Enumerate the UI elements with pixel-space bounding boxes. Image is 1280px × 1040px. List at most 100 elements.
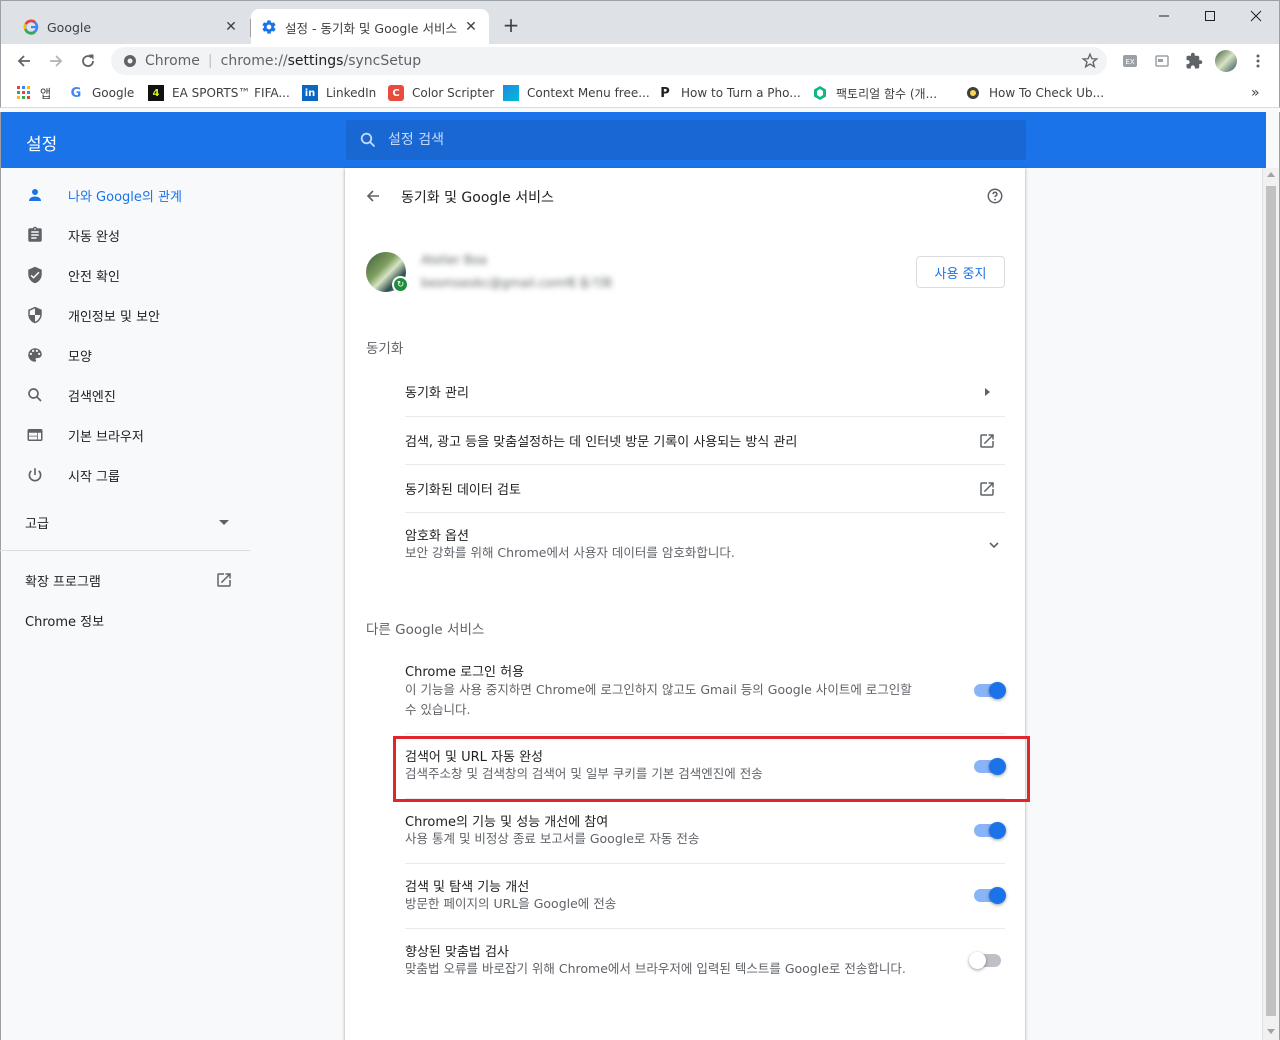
back-arrow-button[interactable] [361, 184, 385, 208]
scroll-thumb[interactable] [1266, 186, 1276, 1016]
row-title: 동기화된 데이터 검토 [405, 483, 521, 498]
close-icon[interactable]: ✕ [463, 19, 479, 35]
sync-section-title: 동기화 [366, 341, 404, 357]
sidebar-item-label: 모양 [68, 349, 92, 365]
google-icon [23, 19, 39, 35]
help-button[interactable] [983, 184, 1007, 208]
sidebar-divider [0, 550, 250, 551]
sidebar-item-appearance[interactable]: 모양 [0, 335, 250, 375]
extensions-button[interactable] [1181, 48, 1207, 74]
settings-header: 설정 [0, 112, 1266, 168]
scroll-down-icon[interactable] [1267, 1029, 1275, 1034]
turn-off-sync-button[interactable]: 사용 중지 [916, 256, 1005, 288]
ea-icon: 4 [148, 85, 164, 101]
sidebar-advanced[interactable]: 고급 [0, 502, 250, 542]
bookmark-label: 앱 [40, 86, 52, 101]
reload-icon [82, 54, 94, 67]
close-icon[interactable]: ✕ [223, 19, 239, 35]
sidebar-item-on-startup[interactable]: 시작 그룹 [0, 455, 250, 495]
sidebar-advanced-label: 고급 [25, 516, 49, 532]
row-subtitle: 이 기능을 사용 중지하면 Chrome에 로그인하지 않고도 Gmail 등의… [405, 682, 912, 697]
apps-grid-icon [16, 85, 32, 101]
person-icon [23, 183, 47, 207]
sidebar-item-autofill[interactable]: 자동 완성 [0, 215, 250, 255]
menu-button[interactable] [1245, 48, 1271, 74]
bookmark-label: Context Menu free... [527, 86, 650, 100]
forward-button[interactable] [43, 48, 69, 74]
row-title: 검색, 광고 등을 맞춤설정하는 데 인터넷 방문 기록이 사용되는 방식 관리 [405, 435, 798, 450]
bookmark-label: How To Check Ub... [989, 86, 1105, 100]
sidebar-extensions[interactable]: 확장 프로그램 [0, 560, 250, 600]
bookmark-google[interactable]: G Google [68, 84, 135, 102]
browser-toolbar: Chrome | chrome://settings/syncSetup EX [0, 44, 1280, 78]
sidebar-about-chrome[interactable]: Chrome 정보 [0, 600, 250, 640]
sidebar-item-safety-check[interactable]: 안전 확인 [0, 255, 250, 295]
color-scripter-icon: C [388, 85, 404, 101]
shield-icon [23, 303, 47, 327]
sidebar-item-label: 시작 그룹 [68, 469, 120, 485]
row-subtitle: 맞춤법 오류를 바로잡기 위해 Chrome에서 브라우저에 입력된 텍스트를 … [405, 961, 906, 976]
bookmark-linkedin[interactable]: in LinkedIn [302, 84, 376, 102]
sync-row-manage[interactable] [405, 368, 1005, 416]
settings-search[interactable] [346, 120, 1026, 160]
bookmark-color-scripter[interactable]: C Color Scripter [388, 84, 494, 102]
row-title: 동기화 관리 [405, 386, 469, 401]
address-bar[interactable]: Chrome | chrome://settings/syncSetup [111, 47, 1107, 75]
sidebar-item-label: 자동 완성 [68, 229, 120, 245]
search-input[interactable] [388, 132, 988, 148]
arrow-left-icon [366, 190, 379, 202]
maximize-button[interactable] [1187, 1, 1233, 31]
new-tab-button[interactable]: + [501, 15, 521, 35]
hex-icon [812, 85, 828, 101]
page-scrollbar[interactable] [1262, 168, 1279, 1040]
row-divider [405, 733, 1005, 734]
tab-settings[interactable]: 설정 - 동기화 및 Google 서비스 ✕ [251, 9, 489, 45]
avatar-icon [1215, 50, 1237, 72]
card-icon [1155, 55, 1169, 67]
minimize-button[interactable] [1141, 1, 1187, 31]
scroll-up-icon[interactable] [1267, 172, 1275, 177]
back-button[interactable] [11, 48, 37, 74]
tab-title: Google [47, 19, 92, 35]
row-subtitle: 수 있습니다. [405, 702, 471, 717]
row-subtitle: 사용 통계 및 비정상 종료 보고서를 Google로 자동 전송 [405, 831, 700, 846]
tab-google[interactable]: Google ✕ [13, 9, 249, 45]
sidebar-about-label: Chrome 정보 [25, 614, 105, 630]
window-close-button[interactable] [1233, 1, 1279, 31]
extension-ex-button[interactable]: EX [1117, 48, 1143, 74]
bookmark-apps[interactable]: 앱 [16, 84, 51, 102]
row-title: 향상된 맞춤법 검사 [405, 945, 509, 960]
palette-icon [23, 343, 47, 367]
extension-card-button[interactable] [1149, 48, 1175, 74]
url-text: chrome://settings/syncSetup [220, 53, 422, 69]
spell-check-toggle[interactable] [969, 951, 1003, 971]
row-subtitle: 방문한 페이지의 URL을 Google에 전송 [405, 896, 617, 911]
bookmarks-overflow-button[interactable]: » [1251, 84, 1260, 102]
bookmark-star-icon[interactable] [1081, 52, 1099, 70]
power-icon [23, 463, 47, 487]
chevron-right-icon [975, 380, 999, 404]
sidebar-item-label: 나와 Google의 관계 [68, 189, 182, 205]
profile-button[interactable] [1213, 48, 1239, 74]
caret-down-icon [219, 520, 229, 525]
bookmark-ea[interactable]: 4 EA SPORTS™ FIFA... [148, 84, 290, 102]
bookmark-how-to-turn[interactable]: P How to Turn a Pho... [657, 84, 800, 102]
improve-browsing-toggle[interactable] [972, 886, 1006, 906]
extension-ex-icon: EX [1123, 55, 1137, 67]
improve-chrome-toggle[interactable] [972, 821, 1006, 841]
bookmark-context-menu[interactable]: Context Menu free... [503, 84, 650, 102]
bookmarks-bar: 앱 G Google 4 EA SPORTS™ FIFA... in Linke… [0, 78, 1280, 108]
bookmark-factorial[interactable]: 팩토리얼 함수 (개... [812, 84, 937, 102]
reload-button[interactable] [75, 48, 101, 74]
sidebar-item-you-and-google[interactable]: 나와 Google의 관계 [0, 175, 250, 215]
bookmark-how-to-check[interactable]: How To Check Ub... [965, 84, 1104, 102]
sidebar-item-search-engine[interactable]: 검색엔진 [0, 375, 250, 415]
chevron-down-icon[interactable] [982, 533, 1006, 557]
allow-signin-toggle[interactable] [972, 681, 1006, 701]
other-services-title: 다른 Google 서비스 [366, 622, 485, 638]
sidebar-item-default-browser[interactable]: 기본 브라우저 [0, 415, 250, 455]
bookmark-label: Google [92, 86, 135, 100]
sidebar-item-privacy[interactable]: 개인정보 및 보안 [0, 295, 250, 335]
minimize-icon [1159, 15, 1169, 17]
section-page-title: 동기화 및 Google 서비스 [401, 190, 554, 206]
